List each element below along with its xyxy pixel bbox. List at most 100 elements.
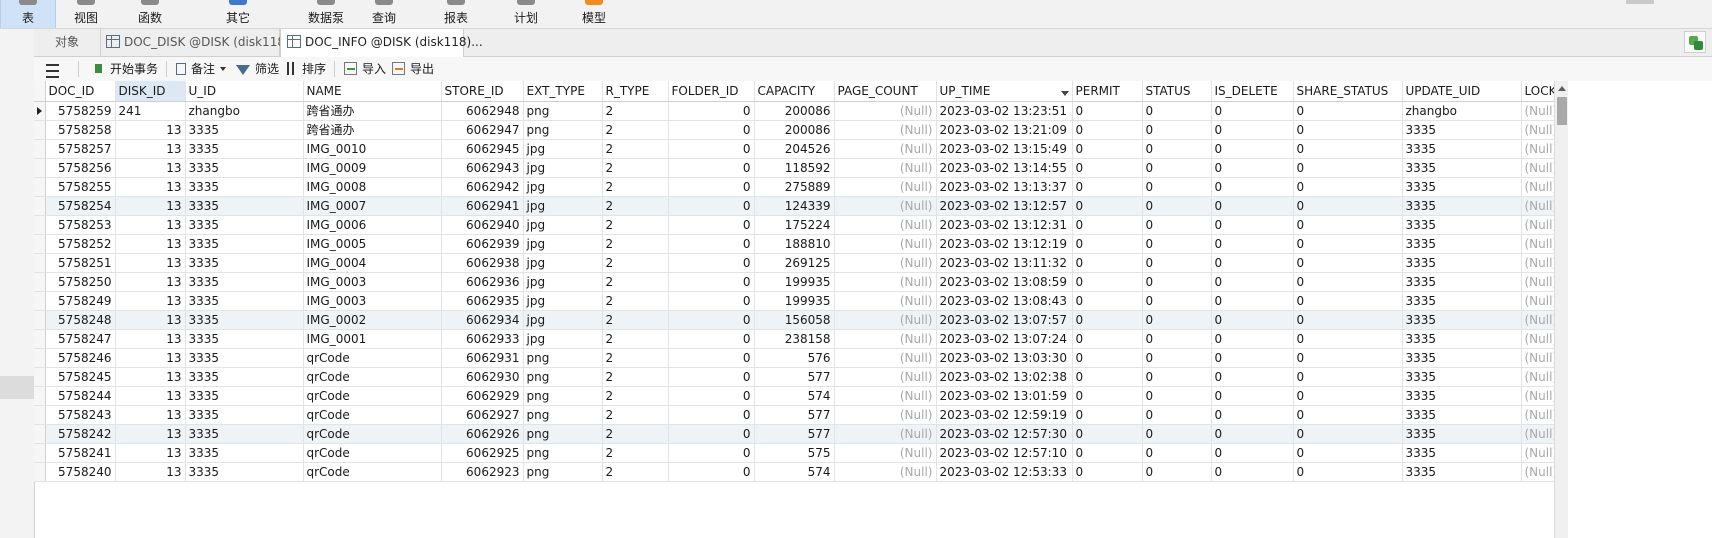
ribbon-query-button[interactable]: 查询 <box>358 0 410 28</box>
row-indicator[interactable] <box>34 329 46 349</box>
cell-r-type[interactable]: 2 <box>602 120 669 140</box>
cell-is-delete[interactable]: 0 <box>1211 386 1294 406</box>
tab-doc-disk[interactable]: DOC_DISK @DISK (disk118)... <box>100 29 301 56</box>
cell-u-id[interactable]: 3335 <box>185 177 304 197</box>
cell-u-id[interactable]: 3335 <box>185 367 304 387</box>
cell-capacity[interactable]: 118592 <box>754 158 835 178</box>
cell-permit[interactable]: 0 <box>1072 329 1143 349</box>
cell-ext-type[interactable]: png <box>523 443 603 463</box>
cell-update-uid[interactable]: 3335 <box>1402 405 1522 425</box>
cell-store-id[interactable]: 6062943 <box>441 158 524 178</box>
cell-up-time[interactable]: 2023-03-02 12:57:30 <box>936 424 1073 444</box>
cell-store-id[interactable]: 6062938 <box>441 253 524 273</box>
cell-name[interactable]: 跨省通办 <box>303 101 442 121</box>
column-header-share-status[interactable]: SHARE_STATUS <box>1293 81 1403 102</box>
table-row[interactable]: 5758246 13 3335 qrCode 6062931 png 2 0 576 (Null)… <box>34 348 1554 368</box>
cell-page-count[interactable]: (Null) <box>834 139 937 159</box>
cell-permit[interactable]: 0 <box>1072 367 1143 387</box>
table-row[interactable]: 5758254 13 3335 IMG_0007 6062941 jpg 2 0 124339(… <box>34 196 1554 216</box>
cell-folder-id[interactable]: 0 <box>668 139 755 159</box>
cell-update-uid[interactable]: 3335 <box>1402 310 1522 330</box>
cell-update-uid[interactable]: 3335 <box>1402 158 1522 178</box>
cell-name[interactable]: IMG_0007 <box>303 196 442 216</box>
cell-folder-id[interactable]: 0 <box>668 405 755 425</box>
cell-r-type[interactable]: 2 <box>602 462 669 482</box>
cell-lock[interactable]: (Null) <box>1521 424 1554 444</box>
cell-page-count[interactable]: (Null) <box>834 253 937 273</box>
cell-is-delete[interactable]: 0 <box>1211 443 1294 463</box>
cell-ext-type[interactable]: jpg <box>523 177 603 197</box>
cell-page-count[interactable]: (Null) <box>834 405 937 425</box>
cell-ext-type[interactable]: png <box>523 120 603 140</box>
cell-ext-type[interactable]: jpg <box>523 158 603 178</box>
cell-is-delete[interactable]: 0 <box>1211 177 1294 197</box>
table-row[interactable]: 5758256 13 3335 IMG_0009 6062943 jpg 2 0 118592(… <box>34 158 1554 178</box>
cell-u-id[interactable]: 3335 <box>185 196 304 216</box>
column-header-status[interactable]: STATUS <box>1142 81 1212 102</box>
row-indicator[interactable] <box>34 424 46 444</box>
sort-button[interactable]: 排序 <box>284 57 326 81</box>
cell-lock[interactable]: (Null) <box>1521 367 1554 387</box>
cell-disk-id[interactable]: 13 <box>115 386 186 406</box>
column-header-up-time[interactable]: UP_TIME <box>936 81 1073 102</box>
cell-disk-id[interactable]: 13 <box>115 196 186 216</box>
cell-capacity[interactable]: 204526 <box>754 139 835 159</box>
cell-lock[interactable]: (Null) <box>1521 291 1554 311</box>
cell-is-delete[interactable]: 0 <box>1211 405 1294 425</box>
table-row[interactable]: 5758248 13 3335 IMG_0002 6062934 jpg 2 0 156058(… <box>34 310 1554 330</box>
filter-button[interactable]: 筛选 <box>236 57 279 81</box>
cell-update-uid[interactable]: 3335 <box>1402 215 1522 235</box>
cell-page-count[interactable]: (Null) <box>834 291 937 311</box>
row-indicator[interactable] <box>34 310 46 330</box>
cell-is-delete[interactable]: 0 <box>1211 462 1294 482</box>
cell-disk-id[interactable]: 13 <box>115 329 186 349</box>
cell-store-id[interactable]: 6062936 <box>441 272 524 292</box>
row-indicator[interactable] <box>34 348 46 368</box>
cell-update-uid[interactable]: 3335 <box>1402 196 1522 216</box>
cell-status[interactable]: 0 <box>1142 177 1212 197</box>
cell-r-type[interactable]: 2 <box>602 386 669 406</box>
table-row[interactable]: 5758242 13 3335 qrCode 6062926 png 2 0 577 (Null)… <box>34 424 1554 444</box>
cell-doc-id[interactable]: 5758243 <box>45 405 116 425</box>
cell-lock[interactable]: (Null) <box>1521 196 1554 216</box>
cell-up-time[interactable]: 2023-03-02 12:57:10 <box>936 443 1073 463</box>
cell-capacity[interactable]: 156058 <box>754 310 835 330</box>
scrollbar-thumb[interactable] <box>1557 97 1567 125</box>
cell-permit[interactable]: 0 <box>1072 196 1143 216</box>
cell-u-id[interactable]: 3335 <box>185 310 304 330</box>
cell-lock[interactable]: (Null) <box>1521 139 1554 159</box>
cell-disk-id[interactable]: 13 <box>115 120 186 140</box>
cell-store-id[interactable]: 6062923 <box>441 462 524 482</box>
cell-update-uid[interactable]: 3335 <box>1402 329 1522 349</box>
cell-folder-id[interactable]: 0 <box>668 272 755 292</box>
cell-doc-id[interactable]: 5758251 <box>45 253 116 273</box>
cell-r-type[interactable]: 2 <box>602 443 669 463</box>
cell-share-status[interactable]: 0 <box>1293 291 1403 311</box>
table-row[interactable]: 5758240 13 3335 qrCode 6062923 png 2 0 574 (Null)… <box>34 462 1554 482</box>
cell-store-id[interactable]: 6062942 <box>441 177 524 197</box>
cell-is-delete[interactable]: 0 <box>1211 234 1294 254</box>
cell-disk-id[interactable]: 13 <box>115 291 186 311</box>
cell-capacity[interactable]: 124339 <box>754 196 835 216</box>
cell-status[interactable]: 0 <box>1142 329 1212 349</box>
cell-store-id[interactable]: 6062948 <box>441 101 524 121</box>
cell-u-id[interactable]: 3335 <box>185 329 304 349</box>
row-indicator[interactable] <box>34 272 46 292</box>
cell-folder-id[interactable]: 0 <box>668 462 755 482</box>
cell-capacity[interactable]: 574 <box>754 462 835 482</box>
ribbon-schedule-button[interactable]: 计划 <box>500 0 552 28</box>
cell-permit[interactable]: 0 <box>1072 120 1143 140</box>
cell-up-time[interactable]: 2023-03-02 13:08:59 <box>936 272 1073 292</box>
cell-update-uid[interactable]: 3335 <box>1402 120 1522 140</box>
cell-capacity[interactable]: 188810 <box>754 234 835 254</box>
cell-status[interactable]: 0 <box>1142 424 1212 444</box>
cell-status[interactable]: 0 <box>1142 158 1212 178</box>
cell-ext-type[interactable]: png <box>523 424 603 444</box>
row-indicator[interactable] <box>34 120 46 140</box>
cell-lock[interactable]: (Null) <box>1521 101 1554 121</box>
cell-permit[interactable]: 0 <box>1072 215 1143 235</box>
cell-page-count[interactable]: (Null) <box>834 177 937 197</box>
cell-ext-type[interactable]: png <box>523 405 603 425</box>
ribbon-datapump-button[interactable]: 数据泵 <box>294 0 358 28</box>
cell-folder-id[interactable]: 0 <box>668 101 755 121</box>
